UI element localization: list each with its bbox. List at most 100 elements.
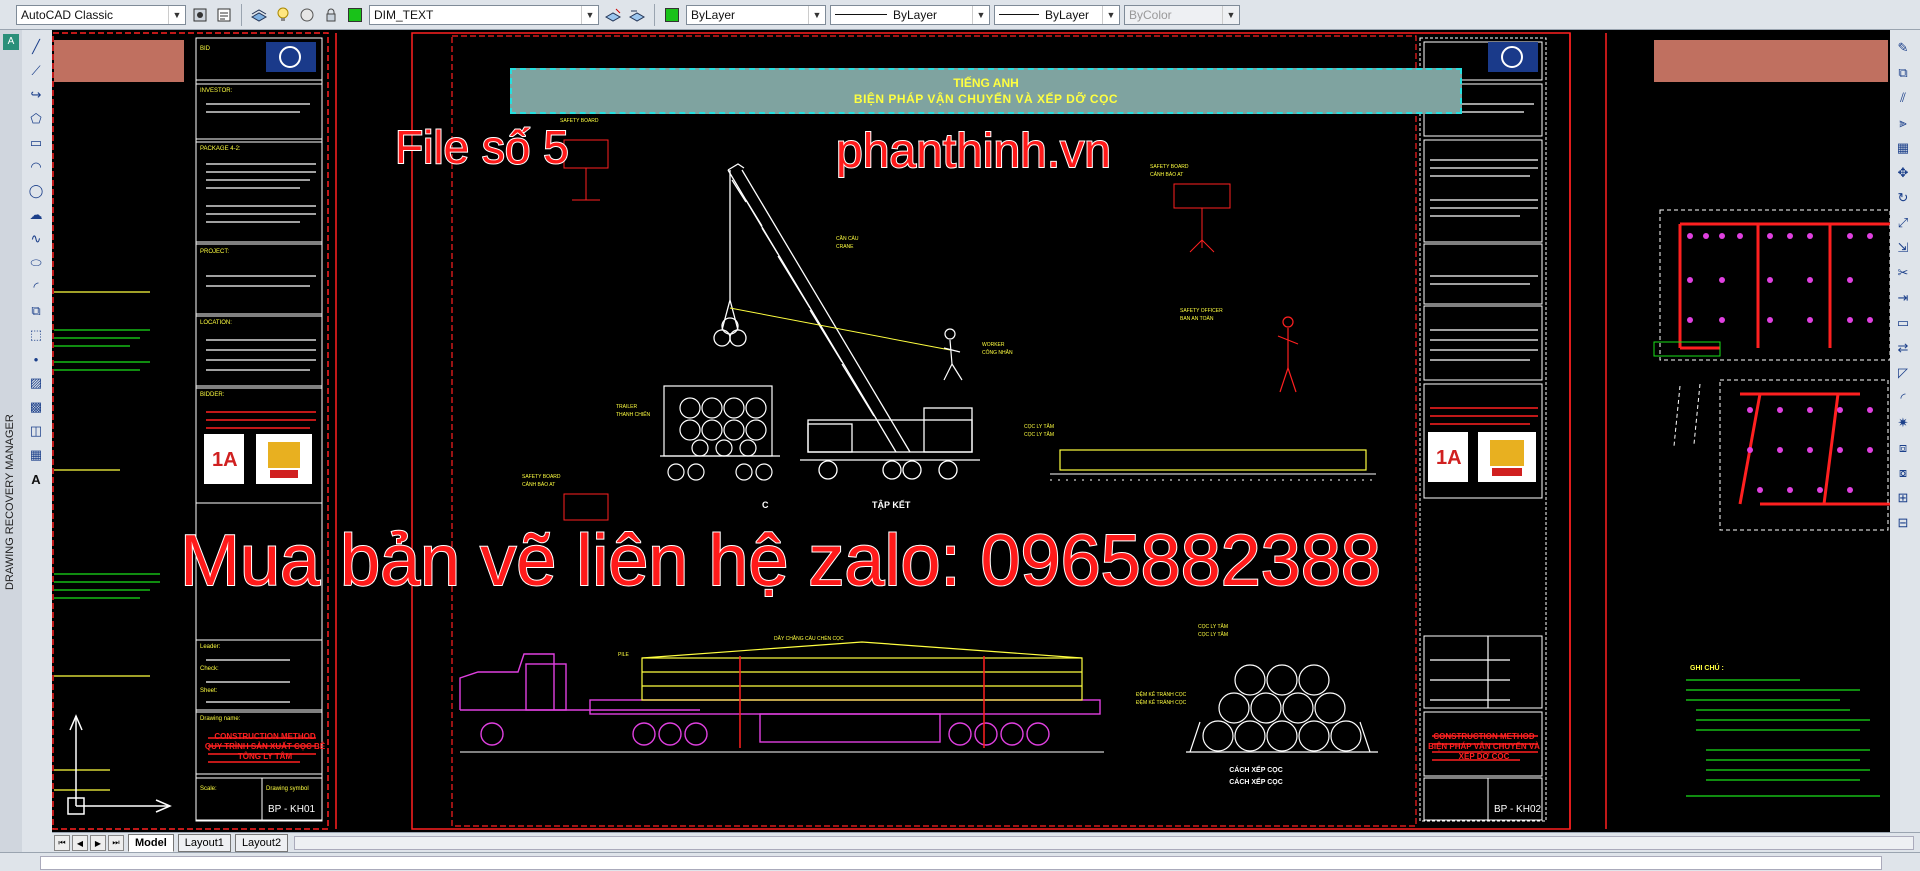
offset-icon[interactable]: ⫸ — [1893, 113, 1913, 133]
explode-icon[interactable]: ✷ — [1893, 413, 1913, 433]
command-input[interactable] — [40, 856, 1882, 870]
workspace-settings-icon[interactable] — [190, 5, 210, 25]
pile-truck-drawing — [660, 385, 780, 481]
move-icon[interactable]: ✥ — [1893, 163, 1913, 183]
insert-block-icon[interactable]: ⧉ — [26, 302, 46, 320]
first-tab-icon[interactable]: ⏮ — [54, 835, 70, 851]
svg-text:CẦN CẨU: CẦN CẨU — [836, 235, 859, 242]
point-icon[interactable]: • — [26, 350, 46, 368]
svg-text:ĐỆM KÊ TRÁNH CỌC: ĐỆM KÊ TRÁNH CỌC — [1136, 690, 1187, 698]
layer-manager-icon[interactable] — [249, 5, 269, 25]
construction-line-icon[interactable]: ⟋ — [26, 62, 46, 80]
make-current-layer-icon[interactable] — [603, 5, 623, 25]
hatch-icon[interactable]: ▨ — [26, 374, 46, 392]
polyline-icon[interactable]: ↪ — [26, 86, 46, 104]
svg-text:BIDDER:: BIDDER: — [200, 392, 225, 398]
erase-icon[interactable]: ✎ — [1893, 38, 1913, 58]
panel-icon[interactable]: A — [3, 34, 19, 50]
method-label-left: CONSTRUCTION METHOD QUY TRÌNH SẢN XUẤT C… — [204, 732, 326, 762]
properties-icon[interactable]: ⊞ — [1893, 488, 1913, 508]
next-tab-icon[interactable]: ▶ — [90, 835, 106, 851]
trim-icon[interactable]: ✂ — [1893, 263, 1913, 283]
tab-layout1[interactable]: Layout1 — [177, 834, 231, 852]
separator — [241, 3, 242, 26]
layer-on-icon[interactable] — [273, 5, 293, 25]
layer-color-swatch — [345, 5, 365, 25]
scale-icon[interactable]: ⤢ — [1893, 213, 1913, 233]
crane-drawing — [713, 163, 980, 480]
svg-text:INVESTOR:: INVESTOR: — [200, 88, 233, 94]
layer-lock-icon[interactable] — [321, 5, 341, 25]
linetype-value: ByLayer — [893, 7, 938, 22]
arc-icon[interactable]: ◠ — [26, 158, 46, 176]
join-icon[interactable]: ⇄ — [1893, 338, 1913, 358]
prev-tab-icon[interactable]: ◀ — [72, 835, 88, 851]
table-icon[interactable]: ▦ — [26, 446, 46, 464]
svg-text:LOCATION:: LOCATION: — [200, 320, 232, 326]
linetype-select[interactable]: ByLayer ▼ — [830, 4, 990, 25]
quick-select-icon[interactable]: ⊟ — [1893, 513, 1913, 533]
horizontal-scrollbar[interactable] — [294, 836, 1914, 850]
gradient-icon[interactable]: ▩ — [26, 398, 46, 416]
break-icon[interactable]: ▭ — [1893, 313, 1913, 333]
array-icon[interactable]: ▦ — [1893, 138, 1913, 158]
svg-text:DÂY CHẰNG CẨU CHÈN CỌC: DÂY CHẰNG CẨU CHÈN CỌC — [774, 634, 844, 642]
svg-text:Leader:: Leader: — [200, 644, 221, 650]
drawing-recovery-panel[interactable]: A DRAWING RECOVERY MANAGER — [0, 30, 22, 852]
pile-stack-drawing — [1186, 664, 1378, 753]
method-text-right: BIỆN PHÁP VẬN CHUYỂN VÀ XẾP DỠ CỌC — [1428, 742, 1540, 761]
polygon-icon[interactable]: ⬠ — [26, 110, 46, 128]
plotstyle-value: ByColor — [1129, 7, 1172, 22]
multiline-text-icon[interactable]: A — [26, 470, 46, 488]
rotate-icon[interactable]: ↻ — [1893, 188, 1913, 208]
last-tab-icon[interactable]: ⏭ — [108, 835, 124, 851]
stretch-icon[interactable]: ⇲ — [1893, 238, 1913, 258]
sheet-title-line2: BIỆN PHÁP VẬN CHUYỂN VÀ XẾP DỠ CỌC — [853, 92, 1119, 106]
make-block-icon[interactable]: ⬚ — [26, 326, 46, 344]
command-line — [0, 852, 1920, 871]
workspace-select[interactable]: AutoCAD Classic ▼ — [16, 4, 186, 25]
svg-text:Check:: Check: — [200, 666, 219, 672]
draw-tools: ╱ ⟋ ↪ ⬠ ▭ ◠ ◯ ☁ ∿ ⬭ ◜ ⧉ ⬚ • ▨ ▩ ◫ ▦ A — [26, 38, 50, 488]
svg-text:Sheet:: Sheet: — [200, 688, 218, 694]
foundation-plan — [1678, 222, 1890, 506]
ellipse-icon[interactable]: ⬭ — [26, 254, 46, 272]
chamfer-icon[interactable]: ◸ — [1893, 363, 1913, 383]
revision-cloud-icon[interactable]: ☁ — [26, 206, 46, 224]
rectangle-icon[interactable]: ▭ — [26, 134, 46, 152]
pile-stack-caption: CÁCH XẾP CỌC — [1229, 764, 1283, 774]
extend-icon[interactable]: ⇥ — [1893, 288, 1913, 308]
svg-text:Drawing name:: Drawing name: — [200, 716, 241, 722]
spline-icon[interactable]: ∿ — [26, 230, 46, 248]
svg-text:BID: BID — [200, 46, 211, 52]
line-icon[interactable]: ╱ — [26, 38, 46, 56]
fillet-icon[interactable]: ◜ — [1893, 388, 1913, 408]
mirror-icon[interactable]: ⫽ — [1893, 88, 1913, 108]
notes-title: GHI CHÚ : — [1690, 663, 1724, 672]
layer-previous-icon[interactable] — [627, 5, 647, 25]
workspace-value: AutoCAD Classic — [21, 7, 114, 22]
svg-text:PILE: PILE — [618, 652, 630, 658]
linetype-sample — [835, 14, 887, 15]
customize-icon[interactable] — [214, 5, 234, 25]
watermark-contact: Mua bản vẽ liên hệ zalo: 0965882388 — [179, 520, 1382, 602]
drawing-symbol-right-label: BP - KH02 — [1494, 804, 1542, 815]
sheet-title-line1: TIẾNG ANH — [953, 76, 1019, 90]
circle-icon[interactable]: ◯ — [26, 182, 46, 200]
svg-text:CỌC LY TÂM: CỌC LY TÂM — [1198, 631, 1228, 638]
layer-select[interactable]: DIM_TEXT ▼ — [369, 4, 599, 25]
construction-method-right: CONSTRUCTION METHOD — [1433, 732, 1535, 741]
ellipse-arc-icon[interactable]: ◜ — [26, 278, 46, 296]
layer-properties-icon[interactable]: ⧇ — [1893, 463, 1913, 483]
draworder-icon[interactable]: ⧈ — [1893, 438, 1913, 458]
tab-model[interactable]: Model — [128, 834, 174, 852]
layer-freeze-icon[interactable] — [297, 5, 317, 25]
color-select[interactable]: ByLayer ▼ — [686, 4, 826, 25]
layer-value: DIM_TEXT — [374, 7, 434, 22]
region-icon[interactable]: ◫ — [26, 422, 46, 440]
lineweight-select[interactable]: ByLayer ▼ — [994, 4, 1120, 25]
svg-text:CỌC LY TÂM: CỌC LY TÂM — [1024, 431, 1054, 438]
svg-text:CRANE: CRANE — [836, 244, 854, 250]
copy-icon[interactable]: ⧉ — [1893, 63, 1913, 83]
tab-layout2[interactable]: Layout2 — [234, 834, 289, 852]
